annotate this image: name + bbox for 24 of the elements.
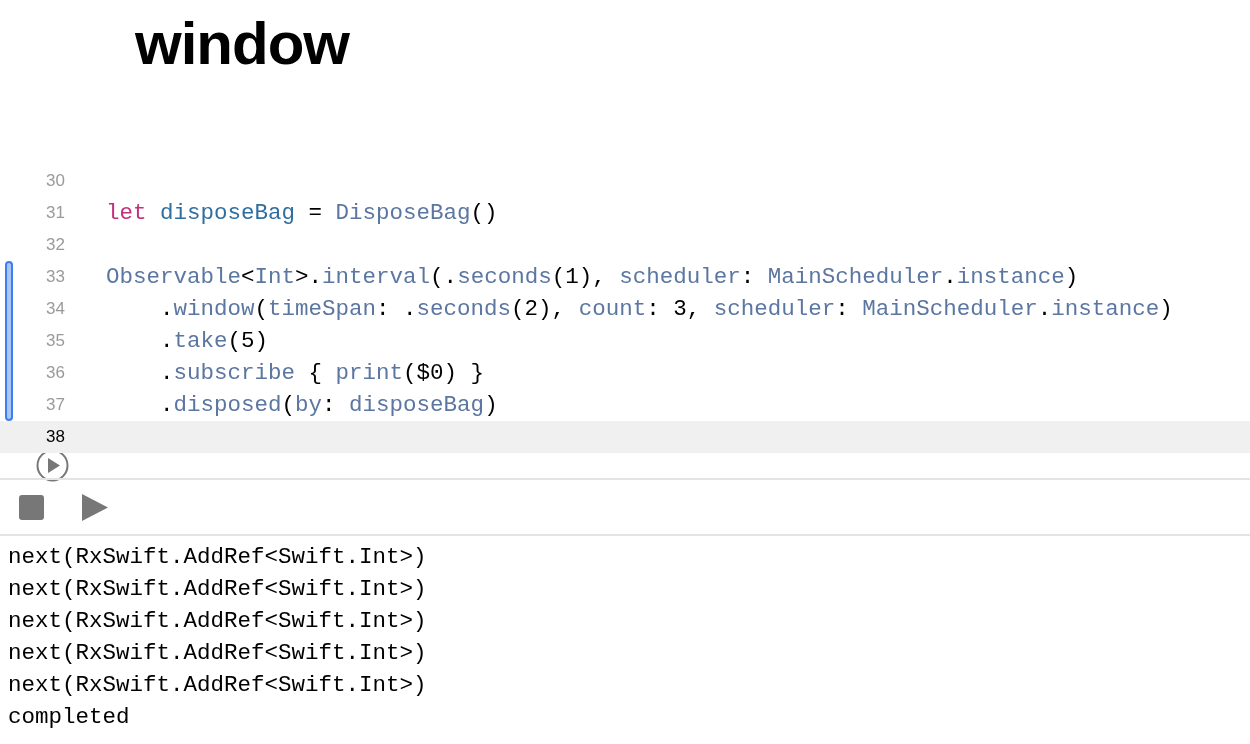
line-number: 35 xyxy=(45,331,65,351)
stop-button[interactable] xyxy=(19,494,44,520)
console-line: completed xyxy=(8,703,131,732)
line-number: 31 xyxy=(45,203,65,223)
line-number: 37 xyxy=(45,395,65,415)
play-button[interactable] xyxy=(81,493,108,521)
console-line: next(RxSwift.AddRef<Swift.Int>) xyxy=(8,543,428,572)
console-line: next(RxSwift.AddRef<Swift.Int>) xyxy=(8,575,428,604)
console-line: next(RxSwift.AddRef<Swift.Int>) xyxy=(8,671,428,700)
code-line: .take(5) xyxy=(159,327,269,356)
console-line: next(RxSwift.AddRef<Swift.Int>) xyxy=(8,639,428,668)
line-number: 32 xyxy=(45,235,65,255)
line-number: 30 xyxy=(45,171,65,191)
code-line: .window(timeSpan: .seconds(2), count: 3, scheduler: MainScheduler.instance) xyxy=(159,295,1173,324)
line-number: 34 xyxy=(45,299,65,319)
code-line: .disposed(by: disposeBag) xyxy=(159,391,498,420)
page-title: window xyxy=(134,9,351,79)
code-line: .subscribe { print($0) } xyxy=(159,359,485,388)
line-number: 36 xyxy=(45,363,65,383)
line-number: 38 xyxy=(45,427,65,447)
console-line: next(RxSwift.AddRef<Swift.Int>) xyxy=(8,607,428,636)
line-number: 33 xyxy=(45,267,65,287)
code-line: let disposeBag = DisposeBag() xyxy=(106,199,498,228)
code-line: Observable<Int>.interval(.seconds(1), scheduler: MainScheduler.instance) xyxy=(106,263,1079,292)
